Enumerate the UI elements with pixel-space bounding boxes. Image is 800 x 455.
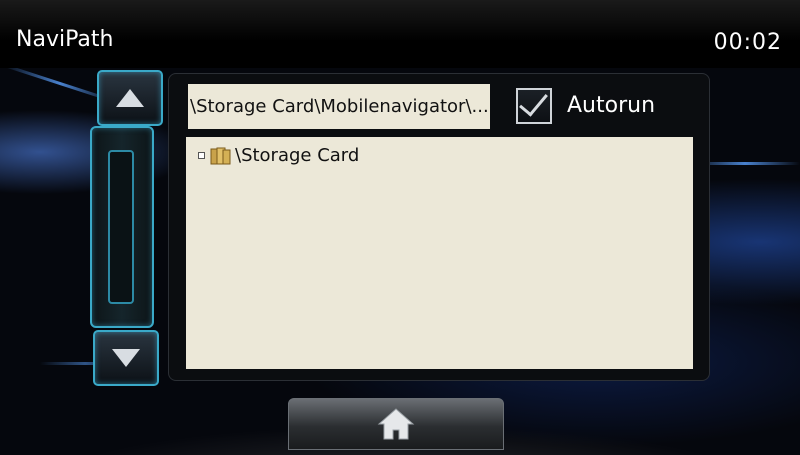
folder-icon <box>210 147 231 164</box>
list-item-label: \Storage Card <box>235 145 360 166</box>
file-list[interactable]: \Storage Card <box>186 137 693 369</box>
triangle-down-icon <box>112 349 140 367</box>
scrollbar-track[interactable] <box>90 126 154 328</box>
path-field[interactable]: \Storage Card\Mobilenavigator\... <box>188 84 490 129</box>
triangle-up-icon <box>116 89 144 107</box>
autorun-checkbox[interactable] <box>516 86 552 124</box>
home-button[interactable] <box>288 398 504 450</box>
status-bar: NaviPath 00:02 <box>0 0 800 68</box>
clock: 00:02 <box>713 30 782 55</box>
tree-expander-icon[interactable] <box>198 152 205 159</box>
autorun-label: Autorun <box>567 93 656 118</box>
list-item[interactable]: \Storage Card <box>198 145 359 166</box>
scrollbar-thumb[interactable] <box>108 150 134 304</box>
scroll-up-button[interactable] <box>97 70 163 126</box>
home-icon <box>377 408 415 440</box>
checkmark-icon <box>519 86 548 117</box>
app-title: NaviPath <box>16 27 114 52</box>
scroll-down-button[interactable] <box>93 330 159 386</box>
